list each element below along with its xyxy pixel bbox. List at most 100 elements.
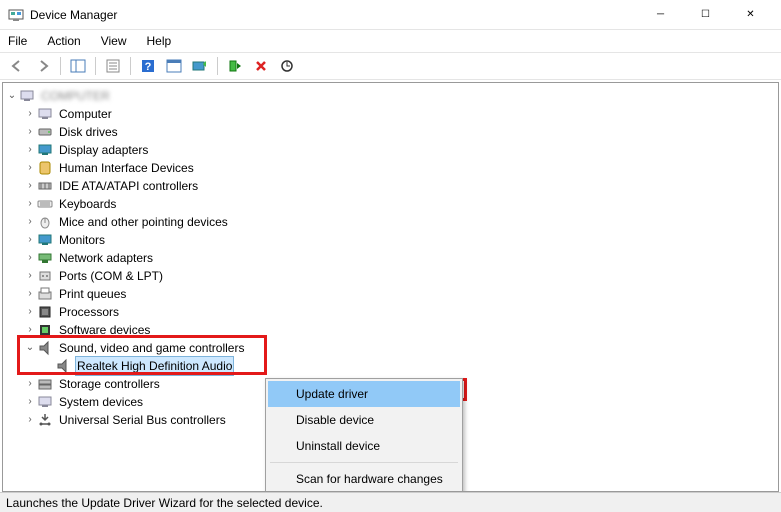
category-label: Sound, video and game controllers	[57, 339, 246, 357]
enable-device-icon[interactable]	[224, 55, 246, 77]
device-category-icon	[37, 106, 53, 122]
tree-category[interactable]: › Monitors	[5, 231, 776, 249]
device-category-icon	[37, 214, 53, 230]
expand-icon[interactable]: ›	[23, 285, 37, 303]
device-category-icon	[37, 232, 53, 248]
menu-disable-device[interactable]: Disable device	[268, 407, 460, 433]
window-controls: ─ ☐ ✕	[638, 0, 773, 30]
tree-category[interactable]: › Ports (COM & LPT)	[5, 267, 776, 285]
device-category-icon	[37, 124, 53, 140]
device-category-icon	[37, 412, 53, 428]
menu-help[interactable]: Help	[143, 32, 176, 50]
expand-icon[interactable]: ›	[23, 177, 37, 195]
maximize-button[interactable]: ☐	[683, 0, 728, 30]
expand-icon[interactable]: ›	[23, 105, 37, 123]
device-category-icon	[37, 376, 53, 392]
category-label: Universal Serial Bus controllers	[57, 411, 228, 429]
expand-icon[interactable]: ›	[23, 393, 37, 411]
forward-button[interactable]	[32, 55, 54, 77]
expand-icon[interactable]: ›	[23, 375, 37, 393]
expand-icon[interactable]: ›	[23, 123, 37, 141]
toolbar-pane-icon[interactable]	[163, 55, 185, 77]
window-title: Device Manager	[30, 8, 638, 22]
category-label: Monitors	[57, 231, 107, 249]
tree-category[interactable]: › Human Interface Devices	[5, 159, 776, 177]
expand-icon[interactable]: ›	[23, 411, 37, 429]
help-icon[interactable]: ?	[137, 55, 159, 77]
category-label: Human Interface Devices	[57, 159, 196, 177]
device-tree[interactable]: ⌄ COMPUTER › Computer › Disk drives › Display…	[2, 82, 779, 492]
properties-icon[interactable]	[102, 55, 124, 77]
category-label: Display adapters	[57, 141, 150, 159]
close-button[interactable]: ✕	[728, 0, 773, 30]
context-menu: Update driver Disable device Uninstall d…	[265, 378, 463, 492]
scan-hardware-icon[interactable]	[276, 55, 298, 77]
category-label: Ports (COM & LPT)	[57, 267, 165, 285]
device-category-icon	[37, 196, 53, 212]
expand-icon[interactable]: ›	[23, 321, 37, 339]
expand-icon[interactable]: ›	[23, 249, 37, 267]
minimize-button[interactable]: ─	[638, 0, 683, 30]
category-label: Computer	[57, 105, 114, 123]
tree-category[interactable]: ⌄ Sound, video and game controllers	[5, 339, 776, 357]
category-label: Print queues	[57, 285, 128, 303]
device-label: Realtek High Definition Audio	[75, 356, 234, 376]
category-label: Keyboards	[57, 195, 118, 213]
app-icon	[8, 7, 24, 23]
expand-icon[interactable]: ›	[23, 195, 37, 213]
tree-device[interactable]: Realtek High Definition Audio	[5, 357, 776, 375]
menu-update-driver[interactable]: Update driver	[268, 381, 460, 407]
expand-icon[interactable]: ›	[23, 303, 37, 321]
tree-category[interactable]: › Keyboards	[5, 195, 776, 213]
computer-icon	[19, 88, 35, 104]
menubar: File Action View Help	[0, 30, 781, 52]
tree-category[interactable]: › Software devices	[5, 321, 776, 339]
root-label: COMPUTER	[39, 87, 112, 105]
expand-icon[interactable]: ›	[23, 213, 37, 231]
collapse-icon[interactable]: ⌄	[5, 87, 19, 105]
svg-text:?: ?	[145, 61, 152, 73]
expand-icon[interactable]: ›	[23, 231, 37, 249]
category-label: Disk drives	[57, 123, 120, 141]
category-label: System devices	[57, 393, 145, 411]
device-category-icon	[37, 160, 53, 176]
device-category-icon	[37, 142, 53, 158]
tree-category[interactable]: › Print queues	[5, 285, 776, 303]
titlebar: Device Manager ─ ☐ ✕	[0, 0, 781, 30]
statusbar-text: Launches the Update Driver Wizard for th…	[6, 496, 323, 510]
category-label: Processors	[57, 303, 121, 321]
device-category-icon	[37, 178, 53, 194]
menu-action[interactable]: Action	[43, 32, 84, 50]
back-button[interactable]	[6, 55, 28, 77]
collapse-icon[interactable]: ⌄	[23, 339, 37, 357]
update-driver-icon[interactable]	[189, 55, 211, 77]
device-category-icon	[37, 268, 53, 284]
tree-category[interactable]: ›Network adapters	[5, 249, 776, 267]
menu-scan-hardware[interactable]: Scan for hardware changes	[268, 466, 460, 492]
show-hide-console-icon[interactable]	[67, 55, 89, 77]
tree-category[interactable]: › Display adapters	[5, 141, 776, 159]
expand-icon[interactable]: ›	[23, 267, 37, 285]
category-label: Software devices	[57, 321, 152, 339]
menu-file[interactable]: File	[4, 32, 31, 50]
toolbar: ?	[0, 52, 781, 80]
tree-category[interactable]: ›IDE ATA/ATAPI controllers	[5, 177, 776, 195]
menu-uninstall-device[interactable]: Uninstall device	[268, 433, 460, 459]
menu-separator	[270, 462, 458, 463]
tree-category[interactable]: › Computer	[5, 105, 776, 123]
category-label: Storage controllers	[57, 375, 162, 393]
expand-icon[interactable]: ›	[23, 141, 37, 159]
tree-category[interactable]: › Disk drives	[5, 123, 776, 141]
audio-device-icon	[55, 358, 71, 374]
expand-icon[interactable]: ›	[23, 159, 37, 177]
statusbar: Launches the Update Driver Wizard for th…	[0, 492, 781, 512]
tree-category[interactable]: › Processors	[5, 303, 776, 321]
menu-view[interactable]: View	[97, 32, 131, 50]
device-category-icon	[37, 340, 53, 356]
tree-category[interactable]: › Mice and other pointing devices	[5, 213, 776, 231]
tree-root[interactable]: ⌄ COMPUTER	[5, 87, 776, 105]
category-label: Mice and other pointing devices	[57, 213, 230, 231]
device-category-icon	[37, 250, 53, 266]
uninstall-icon[interactable]	[250, 55, 272, 77]
device-category-icon	[37, 304, 53, 320]
